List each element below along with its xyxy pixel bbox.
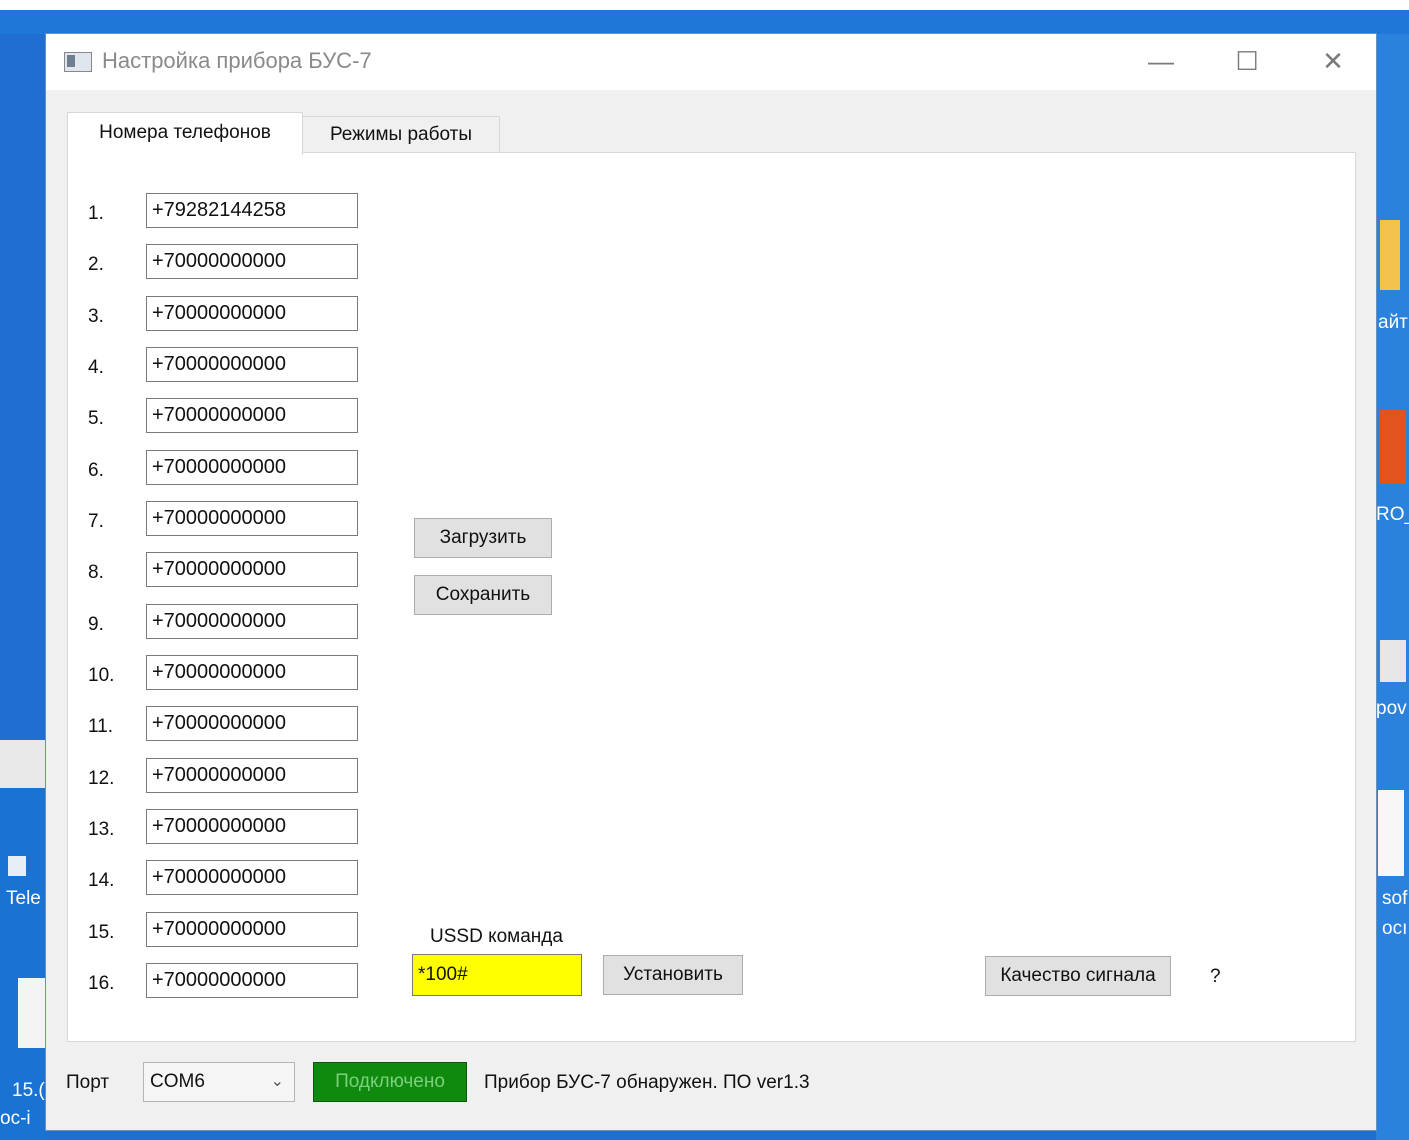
phone-field-1[interactable]: +79282144258	[146, 193, 358, 228]
phone-field-13[interactable]: +70000000000	[146, 809, 358, 844]
desktop-label: айт	[1378, 312, 1408, 333]
phone-row-number: 7.	[88, 511, 104, 532]
phone-field-3[interactable]: +70000000000	[146, 296, 358, 331]
tab-panel	[67, 152, 1356, 1042]
phone-field-4[interactable]: +70000000000	[146, 347, 358, 382]
tab-operating-modes[interactable]: Режимы работы	[302, 116, 500, 154]
window-title: Настройка прибора БУС-7	[102, 48, 372, 73]
phone-row-number: 9.	[88, 614, 104, 635]
phone-row-number: 2.	[88, 254, 104, 275]
minimize-button[interactable]: —	[1118, 34, 1204, 90]
signal-quality-value: ?	[1210, 966, 1221, 987]
phone-row-number: 11.	[88, 716, 114, 737]
app-window-icon	[64, 52, 92, 72]
maximize-button[interactable]: ☐	[1204, 34, 1290, 90]
phone-field-7[interactable]: +70000000000	[146, 501, 358, 536]
phone-field-2[interactable]: +70000000000	[146, 244, 358, 279]
desktop-right-area	[1376, 34, 1409, 1140]
app-window: Настройка прибора БУС-7 — ☐ ✕ Номера тел…	[46, 34, 1376, 1130]
phone-field-16[interactable]: +70000000000	[146, 963, 358, 998]
office-icon[interactable]	[1380, 410, 1406, 484]
phone-field-8[interactable]: +70000000000	[146, 552, 358, 587]
document-icon[interactable]	[18, 978, 48, 1048]
device-status-text: Прибор БУС-7 обнаружен. ПО ver1.3	[484, 1072, 810, 1093]
phone-row-number: 6.	[88, 460, 104, 481]
load-button[interactable]: Загрузить	[414, 518, 552, 558]
port-label: Порт	[66, 1072, 110, 1093]
port-select[interactable]: COM6 ⌄	[143, 1062, 295, 1102]
phone-field-15[interactable]: +70000000000	[146, 912, 358, 947]
phone-row-number: 15.	[88, 922, 115, 943]
phone-row-number: 14.	[88, 870, 115, 891]
phone-field-12[interactable]: +70000000000	[146, 758, 358, 793]
phone-field-11[interactable]: +70000000000	[146, 706, 358, 741]
set-ussd-button[interactable]: Установить	[603, 955, 743, 995]
phone-field-10[interactable]: +70000000000	[146, 655, 358, 690]
document-icon[interactable]	[1380, 640, 1406, 682]
phone-field-9[interactable]: +70000000000	[146, 604, 358, 639]
phone-row-number: 12.	[88, 768, 115, 789]
phone-row-number: 5.	[88, 408, 104, 429]
tab-phone-numbers[interactable]: Номера телефонов	[67, 112, 303, 155]
desktop-label: pov	[1376, 698, 1407, 719]
phone-field-14[interactable]: +70000000000	[146, 860, 358, 895]
desktop-label: 15.(	[12, 1080, 45, 1101]
desktop-label: oc-i	[0, 1108, 31, 1129]
ussd-command-input[interactable]: *100#	[412, 954, 582, 996]
title-bar[interactable]: Настройка прибора БУС-7 — ☐ ✕	[46, 34, 1376, 90]
desktop-label: Tele	[6, 888, 41, 909]
phone-row-number: 16.	[88, 973, 115, 994]
phone-row-number: 1.	[88, 203, 104, 224]
desktop-label: ocı	[1382, 918, 1408, 939]
desktop-strip	[0, 0, 1409, 10]
desktop-left-panel	[0, 740, 48, 788]
save-button[interactable]: Сохранить	[414, 575, 552, 615]
document-icon[interactable]	[1378, 790, 1404, 876]
ussd-label: USSD команда	[430, 926, 563, 947]
desktop-label: sof	[1382, 888, 1408, 909]
phone-field-6[interactable]: +70000000000	[146, 450, 358, 485]
phone-row-number: 3.	[88, 306, 104, 327]
close-button[interactable]: ✕	[1290, 34, 1376, 90]
phone-row-number: 8.	[88, 562, 104, 583]
phone-row-number: 10.	[88, 665, 115, 686]
phone-row-number: 4.	[88, 357, 104, 378]
desktop-label: RO_	[1376, 504, 1409, 525]
phone-field-5[interactable]: +70000000000	[146, 398, 358, 433]
port-select-value: COM6	[150, 1071, 205, 1092]
chevron-down-icon: ⌄	[270, 1073, 284, 1090]
connection-status-button[interactable]: Подключено	[313, 1062, 467, 1102]
shortcut-icon[interactable]	[8, 856, 26, 876]
signal-quality-button[interactable]: Качество сигнала	[985, 956, 1171, 996]
folder-icon[interactable]	[1380, 220, 1400, 290]
phone-row-number: 13.	[88, 819, 115, 840]
